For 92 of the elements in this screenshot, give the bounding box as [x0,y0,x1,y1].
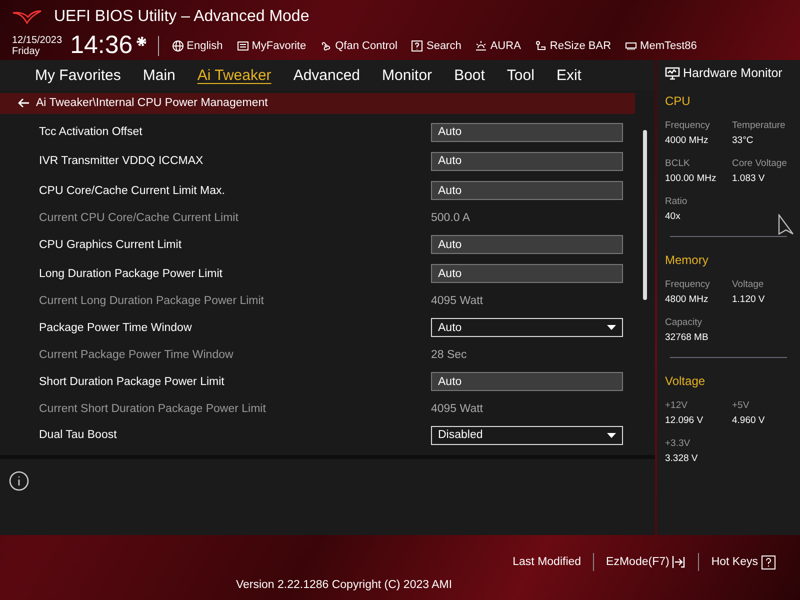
stat-value: 3.328 V [665,453,699,464]
section-title: CPU [665,94,692,108]
eye-logo-icon [12,8,42,24]
toolbar-item[interactable]: MyFavorite [234,40,310,52]
footer-action[interactable]: Last Modified [500,556,594,568]
caret-icon [607,325,616,330]
setting-value: 4095 Watt [431,294,483,307]
search-icon [411,40,424,52]
footer-action[interactable]: EzMode(F7) [594,555,698,569]
weekday-text: Friday [12,46,41,56]
stat-value: 4800 MHz [665,294,710,305]
stat-label: Voltage [732,279,765,290]
toolbar-item[interactable]: Qfan Control [317,40,400,52]
settings-icon[interactable] [134,35,148,48]
setting-label: Tcc Activation Offset [39,126,144,138]
setting-dropdown[interactable]: Disabled [431,426,623,445]
setting-label: Short Duration Package Power Limit [39,376,226,388]
menu-tab[interactable]: Monitor [371,66,444,84]
stat-value: 32768 MB [665,332,710,343]
setting-label: Long Duration Package Power Limit [39,268,224,280]
setting-label: Package Power Time Window [39,322,193,334]
pointer-icon [777,214,795,236]
sun-icon [475,40,488,52]
globe-icon [172,40,184,52]
menu-tab[interactable]: Exit [545,66,592,84]
stat-value: 4.960 V [732,415,766,426]
setting-dropdown[interactable]: Auto [431,318,623,338]
setting-label: Current Long Duration Package Power Limit [39,294,266,307]
stat-value: 33°C [732,135,754,146]
setting-label: Current CPU Core/Cache Current Limit [39,212,240,224]
setting-label: Current Short Duration Package Power Limit [39,402,267,414]
resize-icon [534,40,547,52]
setting-label: CPU Core/Cache Current Limit Max. [39,184,226,197]
toolbar-item[interactable]: English [168,40,226,52]
setting-field[interactable]: Auto [431,152,623,171]
setting-field[interactable]: Auto [431,181,623,200]
section-title: Voltage [665,374,706,388]
toolbar-item[interactable]: Search [408,40,464,52]
panel-title: Hardware Monitor [683,66,782,80]
question-icon [761,554,776,570]
window-title: UEFI BIOS Utility – Advanced Mode [54,8,310,26]
fan-icon [320,40,332,52]
stat-value: 100.00 MHz [665,173,718,184]
clock-time: 14:36 [70,31,133,60]
footer-action[interactable]: Hot Keys [699,554,788,570]
stat-label: +3.3V [665,438,692,449]
stat-value: 1.120 V [732,294,766,305]
setting-label: Dual Tau Boost [39,429,118,442]
stat-label: Frequency [665,120,711,131]
breadcrumb-text: Ai Tweaker\Internal CPU Power Management [36,97,268,110]
setting-field[interactable]: Auto [431,122,623,142]
menu-tab[interactable]: Advanced [282,66,372,84]
menu-tab[interactable]: Boot [443,66,496,84]
setting-field[interactable]: Auto [431,235,623,254]
toolbar-item[interactable]: AURA [472,40,524,52]
list-icon [236,40,249,52]
scrollbar[interactable] [643,130,647,300]
stat-label: Core Voltage [732,158,788,169]
stat-label: +5V [732,400,750,411]
setting-value: 4095 Watt [431,402,483,414]
exit-arrow-icon [672,555,686,569]
caret-icon [607,432,616,438]
menu-tab[interactable]: Main [132,66,186,84]
stat-label: Frequency [665,279,711,290]
toolbar-item[interactable]: ReSize BAR [532,40,614,52]
menu-tab[interactable]: Tool [496,66,546,84]
setting-value: 28 Sec [431,348,467,361]
stat-value: 12.096 V [665,415,704,426]
menu-tab[interactable]: Ai Tweaker [186,66,282,84]
setting-field[interactable]: Auto [431,372,623,392]
stat-value: 40x [665,211,682,222]
setting-field[interactable]: Auto [431,264,623,284]
back-arrow-icon[interactable] [18,98,30,108]
date-text: 12/15/2023 [12,34,62,46]
toolbar-item[interactable]: MemTest86 [622,40,700,52]
memory-icon [625,40,638,52]
setting-label: Current Package Power Time Window [39,348,234,361]
stat-value: 1.083 V [732,173,766,184]
stat-label: +12V [665,400,688,411]
setting-value: 500.0 A [431,212,470,224]
setting-label: CPU Graphics Current Limit [39,238,183,251]
menu-tab[interactable]: My Favorites [24,66,132,84]
stat-label: BCLK [665,158,691,169]
setting-label: IVR Transmitter VDDQ ICCMAX [39,155,204,168]
stat-value: 4000 MHz [665,135,710,146]
monitor-icon [665,66,680,80]
stat-label: Capacity [665,317,703,328]
version-text: Version 2.22.1286 Copyright (C) 2023 AMI [236,579,452,591]
section-title: Memory [665,253,710,267]
stat-label: Ratio [665,196,688,207]
info-icon [9,471,29,491]
stat-label: Temperature [732,120,786,131]
